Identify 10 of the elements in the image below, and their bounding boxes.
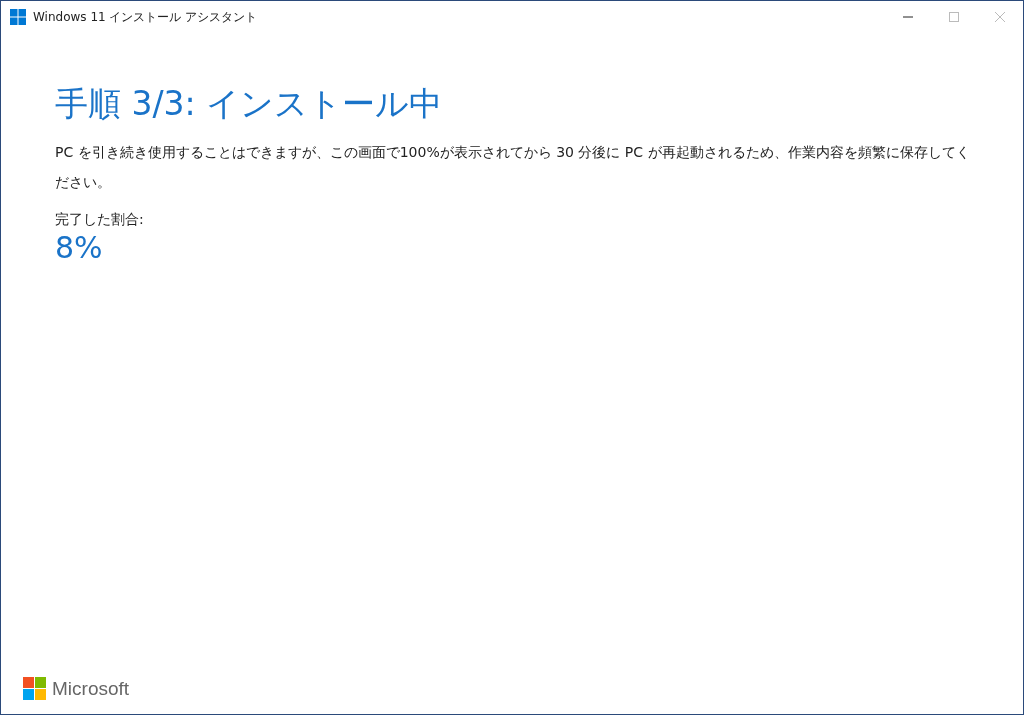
window-title: Windows 11 インストール アシスタント [33, 8, 258, 26]
close-icon [995, 12, 1005, 22]
maximize-icon [949, 12, 959, 22]
windows-logo-icon [10, 9, 26, 25]
microsoft-logo-icon [23, 677, 46, 700]
page-heading: 手順 3/3: インストール中 [55, 83, 444, 125]
brand-name: Microsoft [52, 677, 130, 700]
progress-percentage: 8% [55, 229, 104, 267]
progress-label: 完了した割合: [55, 210, 145, 229]
description-text: PC を引き続き使用することはできますが、この画面で100%が表示されてから 30 分後に PC が再起動されるため、作業内容を頻繁に保存してください。 [55, 143, 971, 192]
